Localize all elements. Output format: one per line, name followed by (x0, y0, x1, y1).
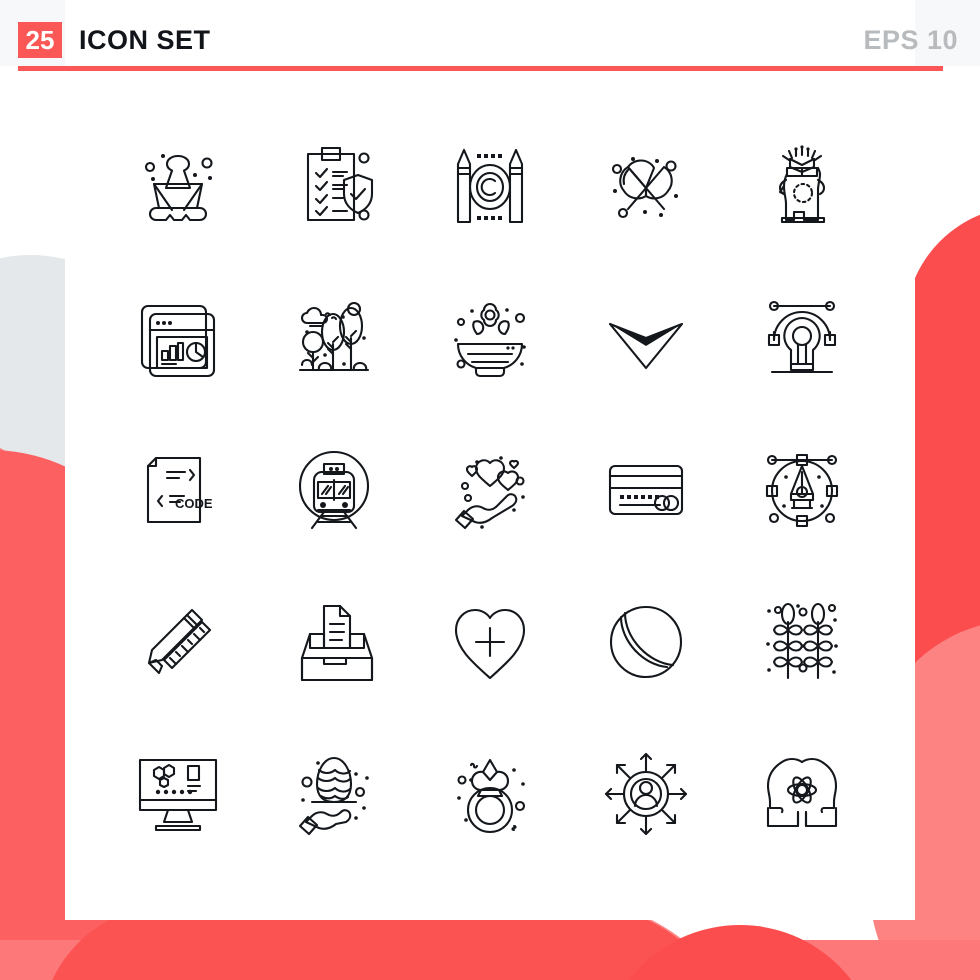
subway-train-icon (298, 450, 370, 530)
icon-set-poster: 25 ICON SET EPS 10 CODE (0, 0, 980, 980)
icon-cell-20[interactable] (724, 566, 880, 718)
code-file-icon: CODE (146, 456, 213, 524)
icon-cell-22[interactable] (256, 718, 412, 870)
icon-cell-23[interactable] (412, 718, 568, 870)
icon-cell-18[interactable] (412, 566, 568, 718)
chevron-down-icon (608, 322, 684, 370)
icon-cell-4[interactable] (568, 110, 724, 262)
icon-cell-2[interactable] (256, 110, 412, 262)
flower-bowl-icon (454, 302, 526, 378)
ball-sphere-icon (609, 605, 683, 679)
icon-cell-11[interactable]: CODE (100, 414, 256, 566)
icon-cell-21[interactable] (100, 718, 256, 870)
icon-cell-15[interactable] (724, 414, 880, 566)
lightbulb-anchor-points-icon (767, 300, 837, 374)
checklist-shield-icon (306, 146, 374, 222)
park-forest-icon (298, 301, 370, 372)
icon-cell-1[interactable] (100, 110, 256, 262)
poster-header: 25 ICON SET EPS 10 (0, 0, 980, 72)
credit-card-icon (608, 464, 684, 516)
icon-grid: CODE (100, 110, 880, 870)
pencil-ruler-icon (147, 608, 212, 675)
two-heads-atom-icon (766, 757, 838, 828)
icon-cell-10[interactable] (724, 262, 880, 414)
icon-cell-12[interactable] (256, 414, 412, 566)
inbox-document-icon (300, 604, 374, 682)
icon-cell-3[interactable] (412, 110, 568, 262)
format-label: EPS 10 (863, 25, 958, 55)
icon-cell-6[interactable] (100, 262, 256, 414)
icon-cell-16[interactable] (100, 566, 256, 718)
heart-plus-icon (454, 608, 526, 680)
desktop-monitor-content-icon (138, 758, 218, 832)
page-title: ICON SET (79, 25, 211, 55)
icon-cell-5[interactable] (724, 110, 880, 262)
icon-cell-17[interactable] (256, 566, 412, 718)
icon-cell-25[interactable] (724, 718, 880, 870)
hand-easter-egg-icon (298, 756, 369, 836)
svg-text:CODE: CODE (175, 496, 213, 511)
icon-cell-14[interactable] (568, 414, 724, 566)
icon-count-badge: 25 (18, 22, 62, 58)
icon-cell-19[interactable] (568, 566, 724, 718)
user-network-arrows-icon (604, 752, 688, 836)
header-divider (18, 66, 943, 71)
wheat-grain-icon (766, 602, 838, 680)
crossed-capsules-icon (611, 157, 678, 219)
icon-cell-24[interactable] (568, 718, 724, 870)
browser-analytics-icon (140, 304, 216, 378)
icon-cell-9[interactable] (568, 262, 724, 414)
icon-cell-8[interactable] (412, 262, 568, 414)
pen-tool-anchor-icon (765, 453, 839, 528)
binder-clip-stamp-icon (144, 154, 213, 222)
head-open-box-ideas-icon (778, 145, 826, 224)
icon-cell-7[interactable] (256, 262, 412, 414)
hand-hearts-icon (454, 456, 525, 530)
icon-cell-13[interactable] (412, 414, 568, 566)
pencils-copyright-icon (456, 148, 524, 224)
flower-ring-icon (457, 758, 526, 834)
